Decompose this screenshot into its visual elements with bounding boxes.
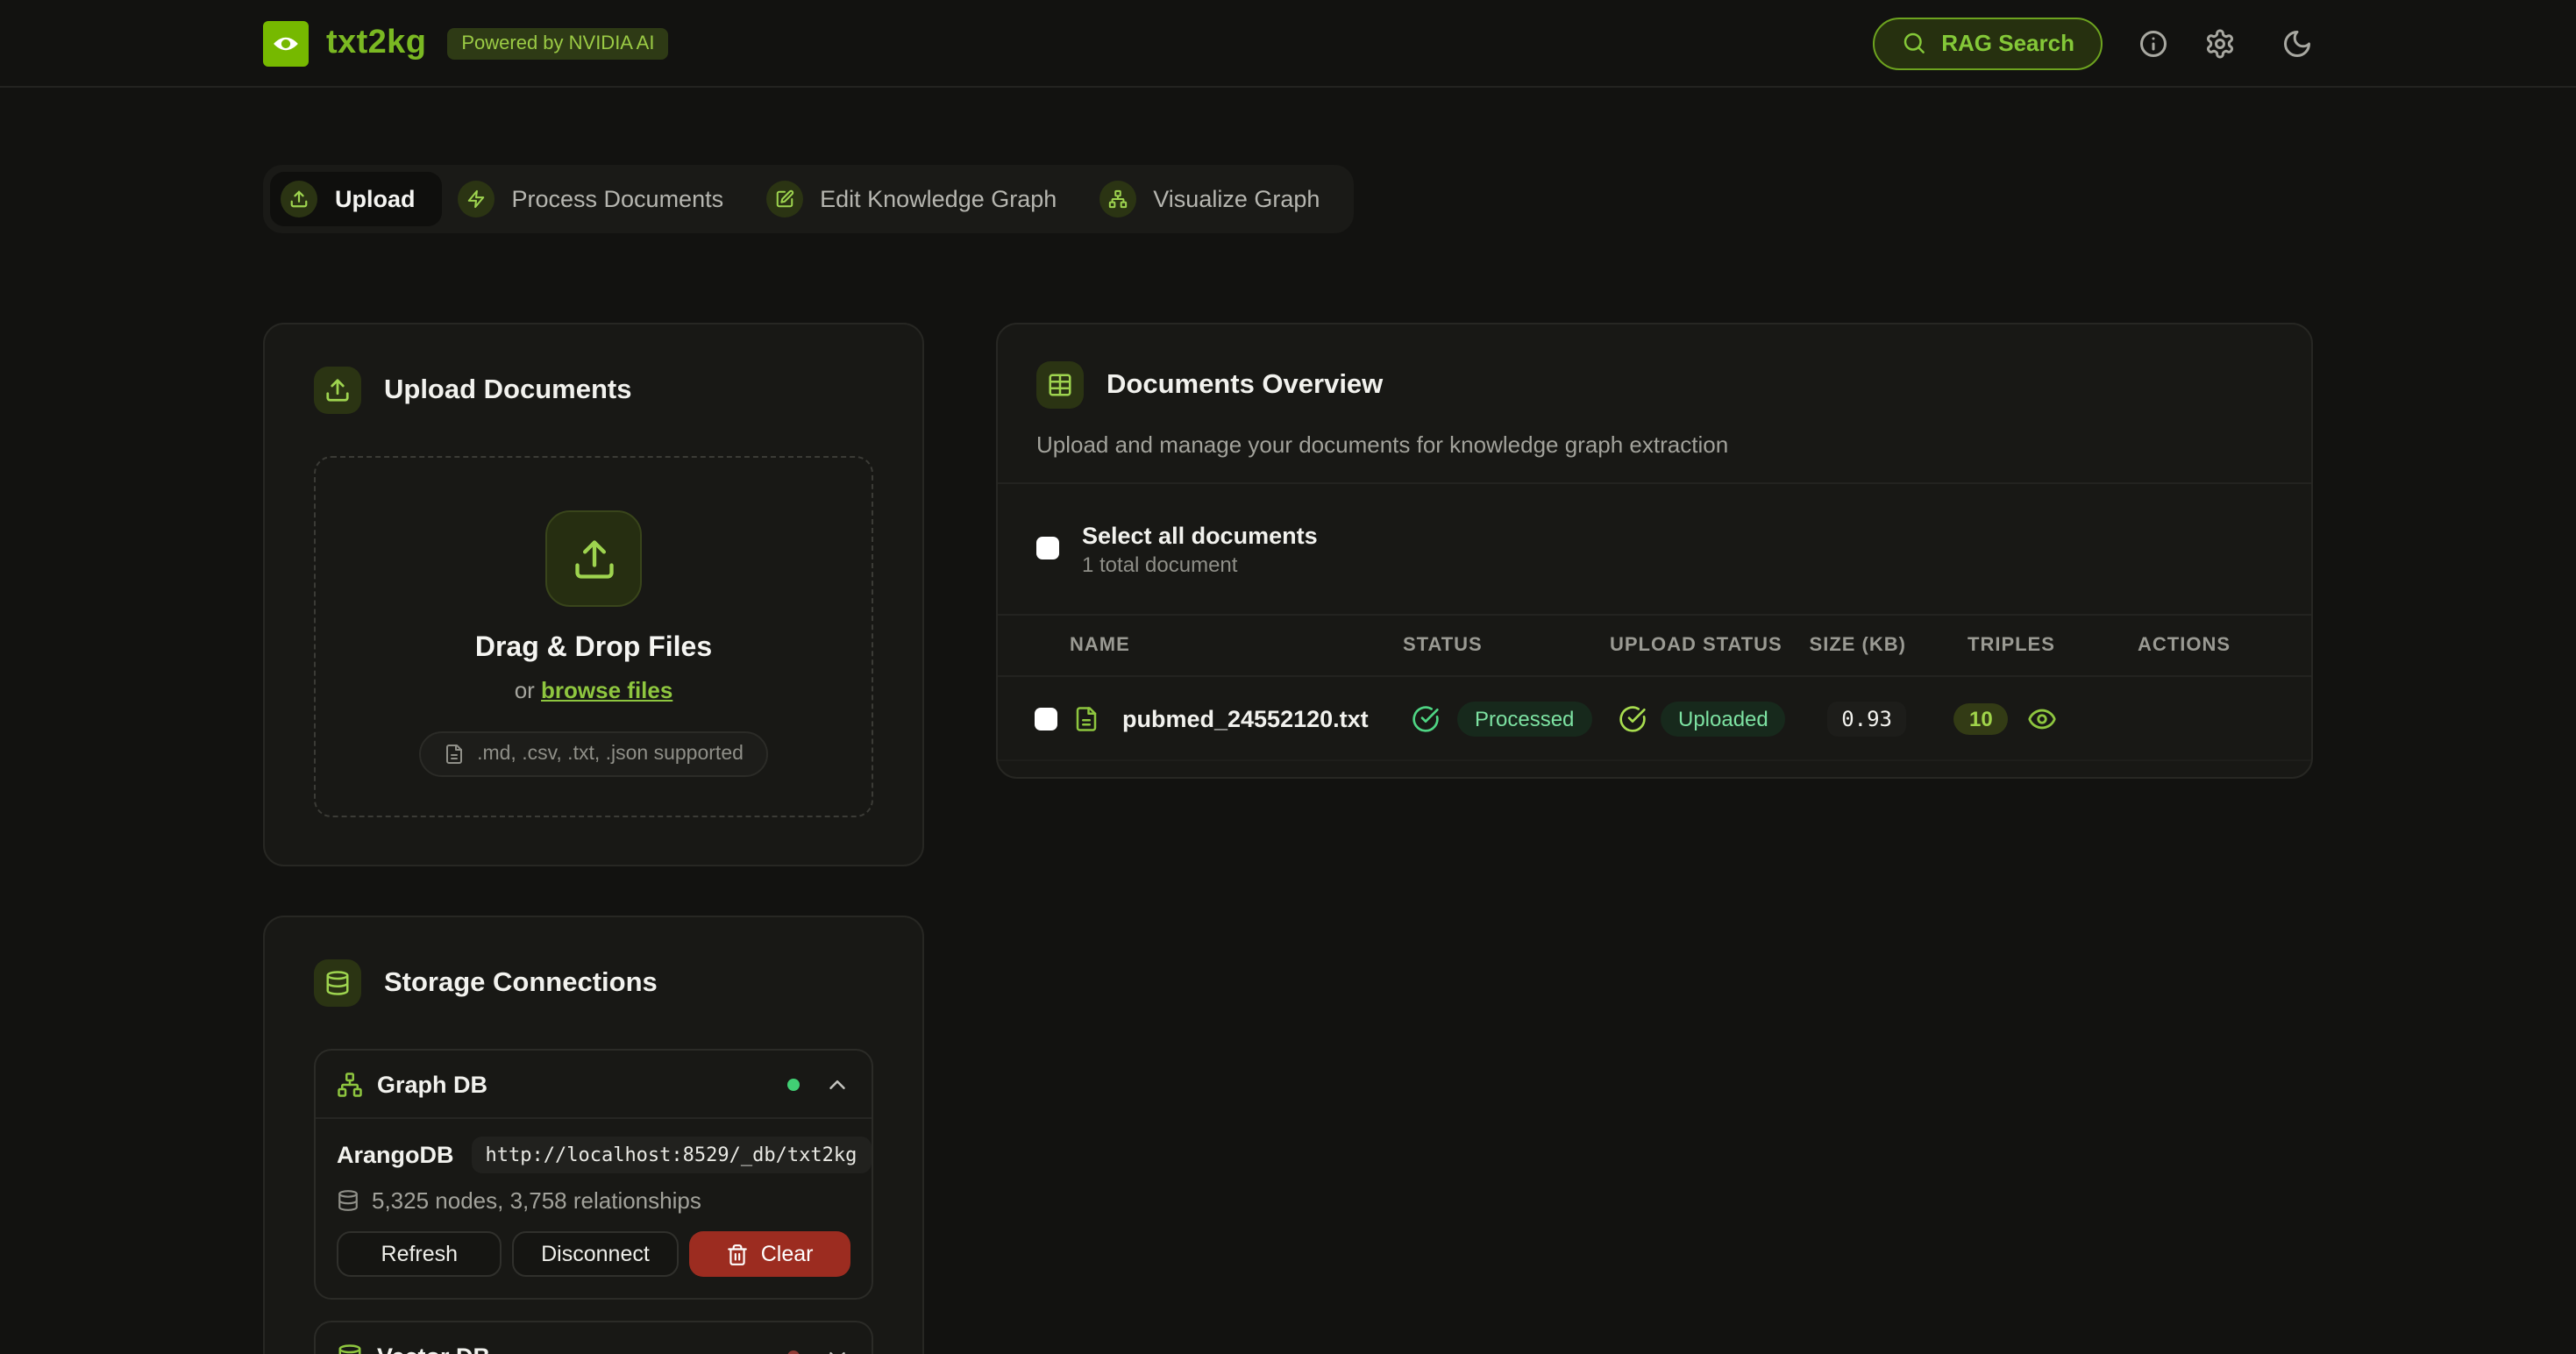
dropzone-subtext: or browse files — [515, 677, 673, 703]
dropzone-title: Drag & Drop Files — [475, 633, 712, 665]
triples-badge: 10 — [1953, 702, 2009, 734]
info-button[interactable] — [2138, 27, 2169, 59]
settings-button[interactable] — [2204, 27, 2236, 59]
graph-db-stats: 5,325 nodes, 3,758 relationships — [337, 1187, 850, 1214]
file-text-icon — [1073, 705, 1099, 731]
chevron-up-icon[interactable] — [824, 1071, 850, 1097]
database-icon — [337, 1343, 363, 1354]
upload-documents-card: Upload Documents Drag & Drop Files or br… — [263, 323, 924, 866]
tab-process-documents[interactable]: Process Documents — [447, 172, 751, 226]
table-icon — [1036, 361, 1084, 409]
edit-icon — [765, 181, 802, 217]
database-icon — [337, 1189, 359, 1212]
tab-upload[interactable]: Upload — [270, 172, 442, 226]
moon-icon — [2281, 27, 2313, 59]
select-all-checkbox[interactable] — [1036, 537, 1059, 559]
graph-db-provider: ArangoDB — [337, 1142, 454, 1168]
vector-db-header[interactable]: Vector DB — [316, 1322, 872, 1354]
size-value: 0.93 — [1827, 701, 1906, 736]
browse-files-link[interactable]: browse files — [541, 677, 672, 703]
column-header-status: Status — [1403, 635, 1483, 656]
column-header-actions: Actions — [2138, 635, 2231, 656]
graph-db-url: http://localhost:8529/_db/txt2kg — [472, 1137, 872, 1173]
select-all-block: Select all documents 1 total document — [1036, 523, 2311, 577]
app-title: txt2kg — [326, 24, 426, 62]
clear-button[interactable]: Clear — [688, 1231, 850, 1277]
rag-search-button[interactable]: RAG Search — [1873, 17, 2103, 69]
row-checkbox[interactable] — [1035, 707, 1057, 730]
tab-process-documents-label: Process Documents — [512, 186, 724, 212]
tab-edit-knowledge-graph-label: Edit Knowledge Graph — [820, 186, 1057, 212]
tab-edit-knowledge-graph[interactable]: Edit Knowledge Graph — [755, 172, 1083, 226]
graph-db-stats-text: 5,325 nodes, 3,758 relationships — [372, 1187, 701, 1214]
refresh-button[interactable]: Refresh — [337, 1231, 502, 1277]
tab-upload-label: Upload — [335, 186, 416, 212]
chevron-down-icon[interactable] — [824, 1343, 850, 1354]
header-actions: RAG Search — [1873, 17, 2313, 69]
check-circle-icon — [1619, 704, 1647, 732]
brand: txt2kg Powered by NVIDIA AI — [263, 20, 668, 66]
disconnect-button[interactable]: Disconnect — [513, 1231, 679, 1277]
total-documents-label: 1 total document — [1082, 552, 1318, 577]
info-icon — [2138, 27, 2169, 59]
dark-mode-button[interactable] — [2281, 27, 2313, 59]
tab-visualize-graph[interactable]: Visualize Graph — [1088, 172, 1346, 226]
main-tabs: Upload Process Documents Edit Knowledge … — [263, 165, 1353, 233]
graph-db-label: Graph DB — [377, 1071, 487, 1097]
documents-card-title: Documents Overview — [1107, 369, 1383, 401]
vector-db-section: Vector DB — [314, 1321, 873, 1354]
graph-db-header[interactable]: Graph DB — [316, 1051, 872, 1117]
supported-formats-pill: .md, .csv, .txt, .json supported — [419, 731, 768, 777]
upload-card-title: Upload Documents — [384, 374, 631, 406]
documents-overview-card: Documents Overview Upload and manage you… — [996, 323, 2313, 779]
graph-db-section: Graph DB ArangoDB http://localhost:8529/… — [314, 1049, 873, 1300]
app-root: txt2kg Powered by NVIDIA AI RAG Search — [0, 0, 2576, 1354]
app-header: txt2kg Powered by NVIDIA AI RAG Search — [0, 0, 2576, 88]
eye-icon — [2027, 703, 2057, 733]
file-icon — [444, 744, 465, 765]
vector-db-label: Vector DB — [377, 1343, 490, 1354]
gear-icon — [2204, 27, 2236, 59]
storage-card-title: Storage Connections — [384, 967, 658, 999]
dropzone[interactable]: Drag & Drop Files or browse files .md, .… — [314, 456, 873, 817]
status-badge: Processed — [1457, 701, 1591, 736]
nvidia-logo-icon — [263, 20, 309, 66]
graph-icon — [337, 1071, 363, 1097]
table-header-row: Name Status Upload Status Size (KB) Trip… — [998, 614, 2311, 677]
column-header-size: Size (KB) — [1734, 635, 1906, 656]
select-all-label: Select all documents — [1082, 523, 1318, 549]
database-icon — [314, 959, 361, 1007]
disconnected-status-dot — [787, 1350, 800, 1354]
documents-table: Name Status Upload Status Size (KB) Trip… — [998, 614, 2311, 761]
supported-formats-label: .md, .csv, .txt, .json supported — [477, 744, 744, 765]
tab-visualize-graph-label: Visualize Graph — [1153, 186, 1320, 212]
zap-icon — [458, 181, 495, 217]
table-row: pubmed_24552120.txt Processed — [998, 677, 2311, 761]
storage-connections-card: Storage Connections Graph DB — [263, 916, 924, 1354]
column-header-triples: Triples — [1968, 635, 2055, 656]
search-icon — [1901, 30, 1927, 56]
upload-icon — [545, 510, 642, 607]
column-header-name: Name — [1070, 635, 1130, 656]
check-circle-icon — [1412, 704, 1440, 732]
documents-card-subtitle: Upload and manage your documents for kno… — [1036, 431, 2273, 458]
upload-icon — [281, 181, 317, 217]
graph-db-body: ArangoDB http://localhost:8529/_db/txt2k… — [316, 1117, 872, 1298]
powered-by-badge: Powered by NVIDIA AI — [447, 27, 668, 59]
document-name: pubmed_24552120.txt — [1122, 705, 1369, 731]
view-document-button[interactable] — [2027, 703, 2057, 733]
graph-icon — [1099, 181, 1135, 217]
trash-icon — [726, 1243, 749, 1265]
upload-icon — [314, 367, 361, 414]
connected-status-dot — [787, 1078, 800, 1090]
